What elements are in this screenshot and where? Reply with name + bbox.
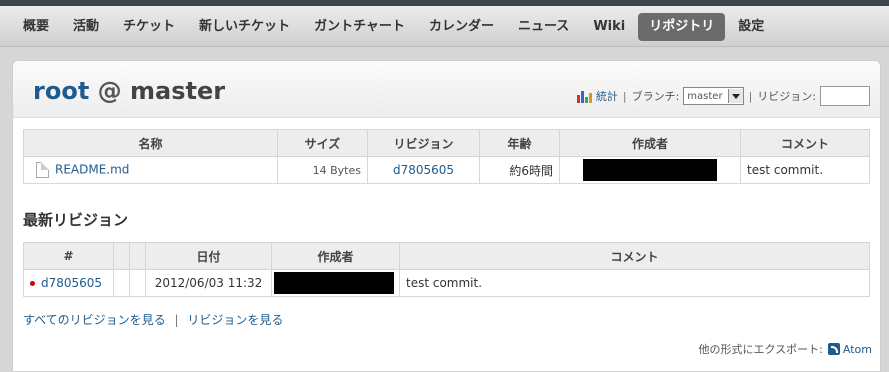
view-all-revisions-link[interactable]: すべてのリビジョンを見る <box>23 313 166 327</box>
repo-branch-name: master <box>130 77 226 105</box>
redacted-author <box>274 272 394 294</box>
comment-cell: test commit. <box>399 269 870 297</box>
entries-header-row: 名称 サイズ リビジョン 年齢 作成者 コメント <box>23 129 870 157</box>
latest-revisions-table: # 日付 作成者 コメント d7805605 2012/06/03 11:32 … <box>23 242 870 297</box>
entries-table: 名称 サイズ リビジョン 年齢 作成者 コメント README.md 14 By… <box>23 129 870 184</box>
main-menu: 概要 活動 チケット 新しいチケット ガントチャート カレンダー ニュース Wi… <box>12 13 777 41</box>
revisions-header-row: # 日付 作成者 コメント <box>23 242 870 270</box>
branch-select[interactable]: master <box>683 87 744 105</box>
column-header-author: 作成者 <box>271 242 400 270</box>
column-header-name: 名称 <box>23 129 278 157</box>
table-row: README.md 14 Bytes d7805605 約6時間 test co… <box>23 156 870 184</box>
tab-repository[interactable]: リポジトリ <box>638 13 726 41</box>
tab-settings[interactable]: 設定 <box>727 13 775 41</box>
latest-revisions-heading: 最新リビジョン <box>23 211 129 229</box>
diff-from-cell <box>113 269 130 297</box>
tab-wiki[interactable]: Wiki <box>582 13 636 41</box>
tab-overview[interactable]: 概要 <box>12 13 60 41</box>
comment-cell: test commit. <box>740 156 870 184</box>
column-header-age: 年齢 <box>479 129 560 157</box>
export-links: 他の形式にエクスポート: Atom <box>699 341 872 357</box>
column-header-comment: コメント <box>740 129 870 157</box>
age-cell: 約6時間 <box>479 156 560 184</box>
revision-link[interactable]: d7805605 <box>393 163 454 177</box>
branch-select-value: master <box>687 90 723 102</box>
separator: | <box>622 89 627 103</box>
main-menu-bar: 概要 活動 チケット 新しいチケット ガントチャート カレンダー ニュース Wi… <box>0 6 889 47</box>
file-link[interactable]: README.md <box>55 163 129 177</box>
tab-activity[interactable]: 活動 <box>62 13 110 41</box>
column-header-size: サイズ <box>277 129 368 157</box>
file-size-cell: 14 Bytes <box>277 156 368 184</box>
atom-link[interactable]: Atom <box>843 343 872 356</box>
revision-input[interactable] <box>820 86 870 106</box>
repository-header: root @ master 統計 | ブランチ: master | リビジョン: <box>13 61 880 118</box>
author-cell <box>559 156 741 184</box>
branch-label: ブランチ: <box>631 90 680 103</box>
file-icon <box>36 162 49 178</box>
column-header-author: 作成者 <box>559 129 741 157</box>
file-name-cell: README.md <box>23 156 278 184</box>
separator: | <box>748 89 753 103</box>
revision-links: すべてのリビジョンを見る | リビジョンを見る <box>23 311 283 328</box>
redacted-author <box>583 159 717 181</box>
chevron-down-icon <box>727 89 743 103</box>
feed-icon <box>827 343 840 355</box>
table-row: d7805605 2012/06/03 11:32 test commit. <box>23 269 870 297</box>
revision-number-cell: d7805605 <box>23 269 114 297</box>
page-title: root @ master <box>33 77 225 105</box>
column-header-revision: リビジョン <box>367 129 480 157</box>
date-cell: 2012/06/03 11:32 <box>145 269 272 297</box>
content-panel: root @ master 統計 | ブランチ: master | リビジョン: <box>12 60 881 372</box>
view-revisions-link[interactable]: リビジョンを見る <box>187 313 283 327</box>
diff-to-cell <box>129 269 146 297</box>
revision-link[interactable]: d7805605 <box>41 276 102 290</box>
revision-cell: d7805605 <box>367 156 480 184</box>
revision-dot-icon <box>30 281 35 286</box>
tab-calendar[interactable]: カレンダー <box>418 13 505 41</box>
repo-root-link[interactable]: root <box>33 77 89 105</box>
column-header-number: # <box>23 242 114 270</box>
column-header-comment: コメント <box>399 242 870 270</box>
separator: | <box>174 313 179 327</box>
tab-news[interactable]: ニュース <box>507 13 580 41</box>
tab-gantt[interactable]: ガントチャート <box>303 13 416 41</box>
stats-link[interactable]: 統計 <box>596 88 618 104</box>
contextual-controls: 統計 | ブランチ: master | リビジョン: <box>576 86 870 106</box>
revision-label: リビジョン: <box>757 90 816 103</box>
column-header-diff-from <box>113 242 130 270</box>
stats-chart-icon[interactable] <box>576 90 593 103</box>
repo-at-sign: @ <box>97 77 122 105</box>
column-header-diff-to <box>129 242 146 270</box>
tab-issues[interactable]: チケット <box>112 13 186 41</box>
export-label: 他の形式にエクスポート: <box>698 343 823 356</box>
column-header-date: 日付 <box>145 242 272 270</box>
tab-new-issue[interactable]: 新しいチケット <box>188 13 301 41</box>
author-cell <box>271 269 400 297</box>
